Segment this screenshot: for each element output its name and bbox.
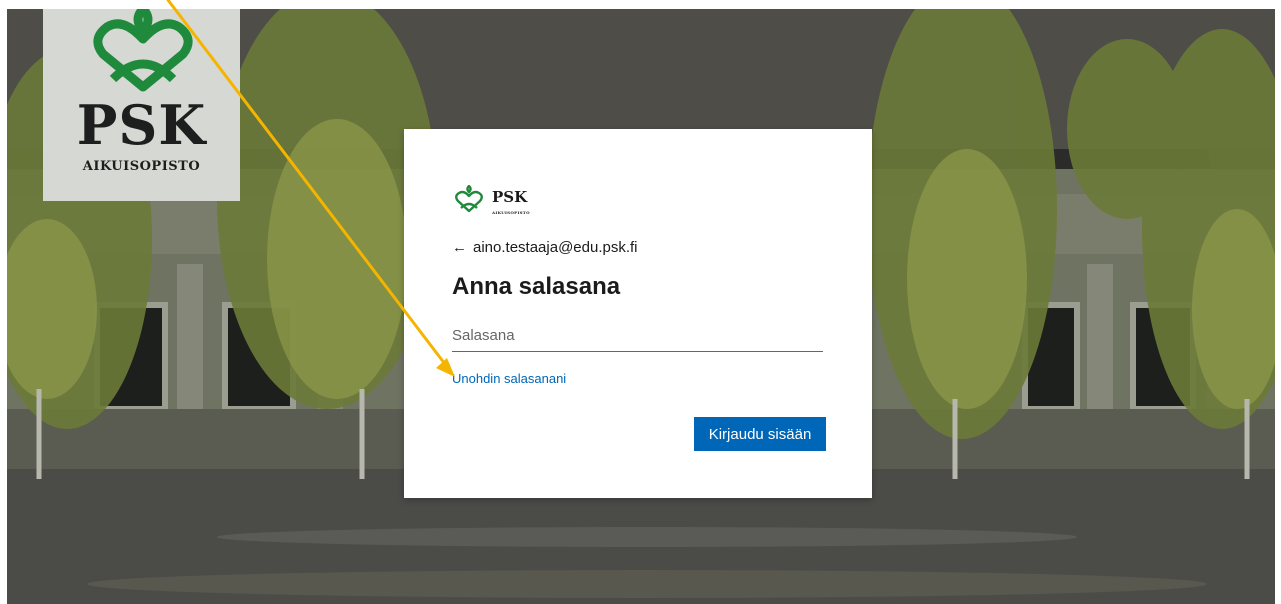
organization-logo: PSK AIKUISOPISTO — [452, 183, 530, 215]
forgot-password-link[interactable]: Unohdin salasanani — [452, 371, 566, 386]
psk-leaf-logo-icon — [93, 9, 193, 92]
psk-sign-brand: PSK — [76, 93, 207, 157]
sign-in-card: PSK AIKUISOPISTO ← aino.testaaja@edu.psk… — [404, 129, 872, 498]
psk-sign-board: PSK AIKUISOPISTO — [43, 9, 240, 201]
organization-logo-text: PSK AIKUISOPISTO — [492, 189, 530, 215]
back-arrow-icon: ← — [452, 238, 467, 256]
page-title: Anna salasana — [452, 273, 621, 300]
psk-sign-subtitle: AIKUISOPISTO — [82, 159, 201, 174]
password-input[interactable] — [452, 319, 823, 352]
sign-in-button[interactable]: Kirjaudu sisään — [694, 417, 826, 451]
account-back-link[interactable]: ← aino.testaaja@edu.psk.fi — [452, 236, 638, 258]
organization-logo-subtext: AIKUISOPISTO — [492, 209, 530, 215]
account-email: aino.testaaja@edu.psk.fi — [473, 238, 638, 256]
psk-leaf-small-icon — [455, 185, 483, 213]
